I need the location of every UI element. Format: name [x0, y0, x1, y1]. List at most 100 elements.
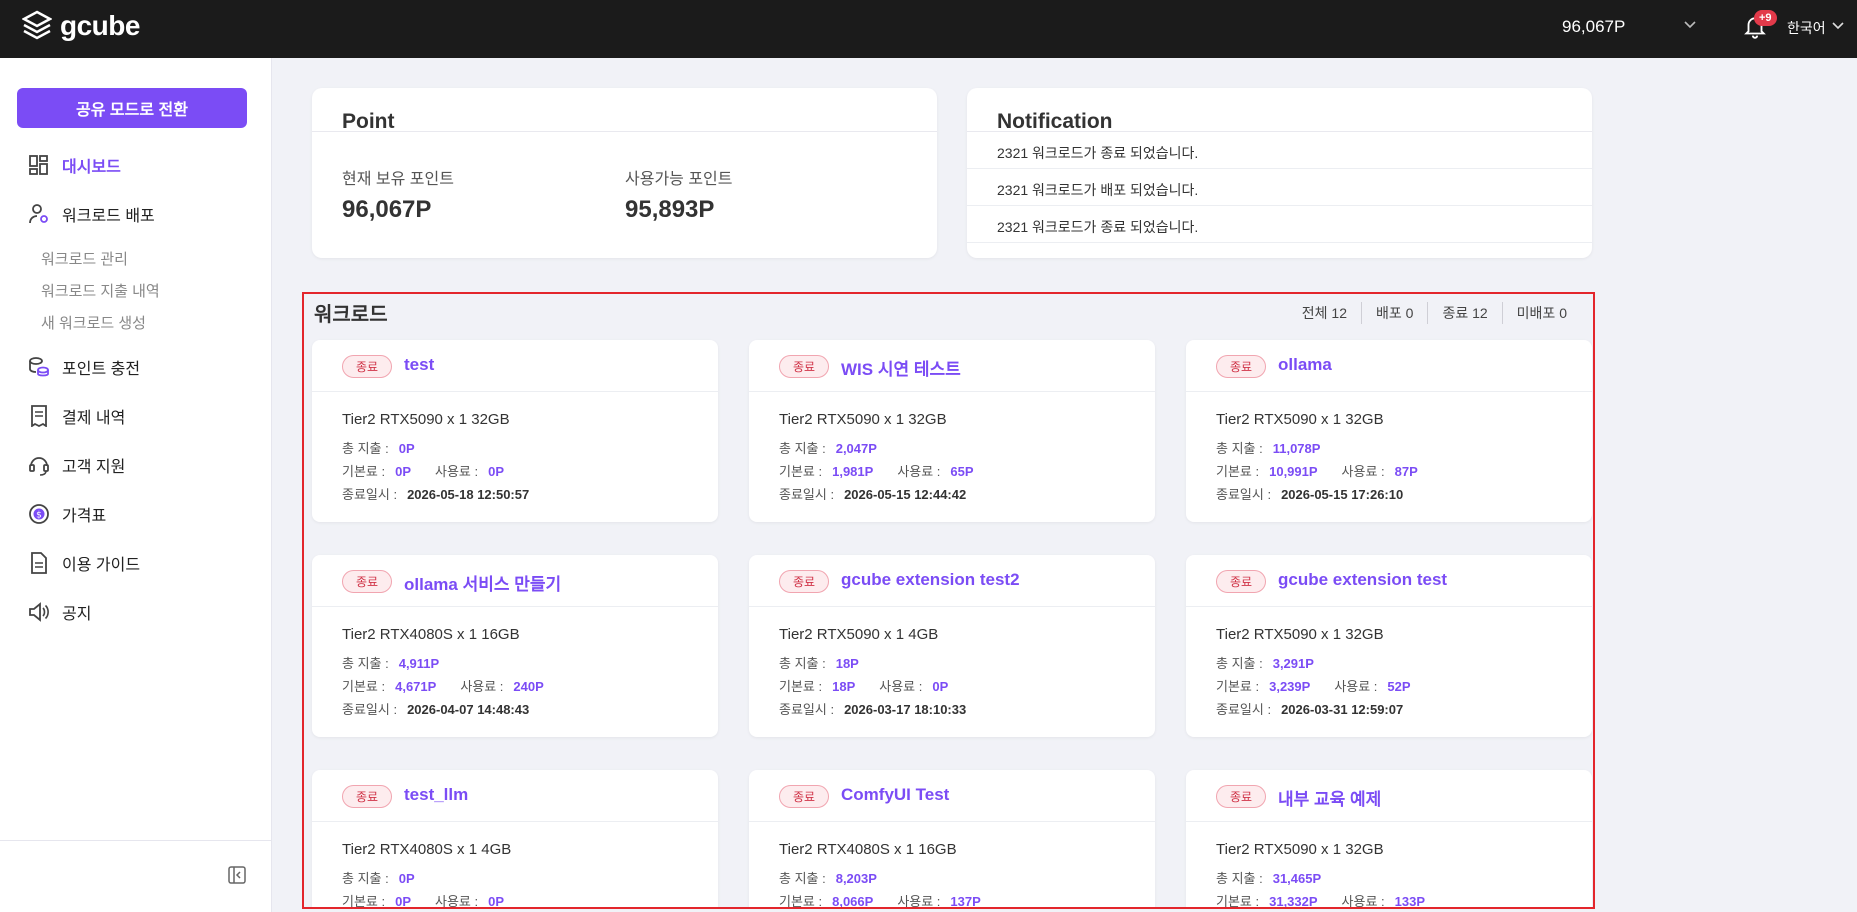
usage-fee-value: 65P	[950, 464, 974, 479]
sidebar-subitem-new-workload[interactable]: 새 워크로드 생성	[41, 312, 146, 333]
workload-name-link[interactable]: gcube extension test	[1278, 570, 1447, 590]
workload-name-link[interactable]: ollama	[1278, 355, 1332, 375]
total-spend-row: 총 지출 : 11,078P	[1216, 438, 1320, 457]
total-spend-label: 총 지출 :	[779, 871, 826, 886]
workload-name-link[interactable]: WIS 시연 테스트	[841, 355, 961, 380]
total-spend-label: 총 지출 :	[779, 656, 826, 671]
end-time-value: 2026-03-31 12:59:07	[1281, 702, 1404, 717]
total-spend-row: 총 지출 : 8,203P	[779, 868, 877, 887]
total-spend-row: 총 지출 : 0P	[342, 868, 415, 887]
total-spend-row: 총 지출 : 2,047P	[779, 438, 877, 457]
end-time-value: 2026-05-15 12:44:42	[844, 487, 967, 502]
end-time-label: 종료일시 :	[342, 487, 398, 502]
sidebar-item-support[interactable]: 고객 지원	[28, 452, 258, 478]
workload-name-link[interactable]: test	[404, 355, 434, 375]
card-divider	[312, 606, 718, 607]
workload-card[interactable]: 종료 ollama 서비스 만들기 Tier2 RTX4080S x 1 16GB 총…	[312, 555, 718, 737]
sidebar-item-guide[interactable]: 이용 가이드	[28, 550, 258, 576]
base-fee-value: 8,066P	[832, 894, 874, 909]
status-badge: 종료	[779, 355, 830, 378]
end-time-value: 2026-04-07 14:48:43	[407, 702, 530, 717]
sidebar-item-label: 결제 내역	[62, 410, 126, 427]
sidebar-collapse-icon[interactable]	[228, 866, 246, 884]
chevron-down-icon[interactable]	[1832, 21, 1844, 31]
fee-row: 기본료 : 0P 사용료 : 0P	[342, 891, 504, 907]
usage-fee-label: 사용료 :	[1341, 894, 1385, 909]
base-fee-label: 기본료 :	[1216, 894, 1260, 909]
workload-filters: 전체 12 배포 0 종료 12 미배포 0	[1288, 302, 1581, 324]
dashboard-icon	[28, 154, 50, 176]
filter-deployed[interactable]: 배포 0	[1361, 302, 1427, 324]
end-time-label: 종료일시 :	[779, 487, 835, 502]
status-badge: 종료	[342, 355, 393, 378]
workload-card[interactable]: 종료 ollama Tier2 RTX5090 x 1 32GB 총 지출 : 11,0…	[1186, 340, 1592, 522]
workload-spec: Tier2 RTX5090 x 1 32GB	[1216, 411, 1384, 428]
filter-all[interactable]: 전체 12	[1288, 302, 1361, 324]
sidebar-item-workload-deploy[interactable]: 워크로드 배포	[28, 201, 258, 227]
logo[interactable]: gcube	[22, 10, 140, 42]
base-fee-label: 기본료 :	[779, 894, 823, 909]
available-points-value: 95,893P	[625, 196, 715, 223]
sidebar-item-payments[interactable]: 결제 내역	[28, 403, 258, 429]
usage-fee-label: 사용료 :	[435, 464, 479, 479]
workload-card[interactable]: 종료 내부 교육 예제 Tier2 RTX5090 x 1 32GB 총 지출 : 31…	[1186, 770, 1592, 909]
coins-icon	[28, 356, 50, 378]
workload-spec: Tier2 RTX4080S x 1 16GB	[342, 626, 520, 643]
end-time-row: 종료일시 : 2026-05-15 17:26:10	[1216, 484, 1403, 503]
base-fee-value: 10,991P	[1269, 464, 1318, 479]
panel-divider	[967, 131, 1592, 132]
card-divider	[749, 821, 1155, 822]
chevron-down-icon[interactable]	[1684, 20, 1696, 30]
workload-section-title: 워크로드	[314, 304, 388, 326]
end-time-label: 종료일시 :	[1216, 702, 1272, 717]
workload-card[interactable]: 종료 gcube extension test2 Tier2 RTX5090 x 1…	[749, 555, 1155, 737]
header-points[interactable]: 96,067P	[1562, 17, 1625, 37]
end-time-label: 종료일시 :	[779, 702, 835, 717]
sidebar-item-notice[interactable]: 공지	[28, 599, 258, 625]
filter-ended[interactable]: 종료 12	[1427, 302, 1501, 324]
headset-icon	[28, 454, 50, 476]
workload-card[interactable]: 종료 gcube extension test Tier2 RTX5090 x 1 …	[1186, 555, 1592, 737]
sidebar-item-point-charge[interactable]: 포인트 충전	[28, 354, 258, 380]
fee-row: 기본료 : 0P 사용료 : 0P	[342, 461, 504, 480]
notification-item[interactable]: 2321 워크로드가 종료 되었습니다.	[997, 143, 1198, 163]
sidebar-subitem-workload-spending[interactable]: 워크로드 지출 내역	[41, 280, 160, 301]
usage-fee-label: 사용료 :	[897, 894, 941, 909]
status-badge: 종료	[342, 570, 393, 593]
base-fee-label: 기본료 :	[342, 464, 386, 479]
total-spend-value: 4,911P	[398, 656, 440, 671]
workload-name-link[interactable]: ComfyUI Test	[841, 785, 949, 805]
total-spend-value: 0P	[398, 871, 415, 886]
card-divider	[749, 391, 1155, 392]
status-badge: 종료	[1216, 570, 1267, 593]
workload-card[interactable]: 종료 ComfyUI Test Tier2 RTX4080S x 1 16GB 총 지…	[749, 770, 1155, 909]
sidebar-item-label: 이용 가이드	[62, 557, 141, 574]
filter-undeployed[interactable]: 미배포 0	[1501, 302, 1581, 324]
status-badge: 종료	[1216, 355, 1267, 378]
usage-fee-label: 사용료 :	[460, 679, 504, 694]
language-selector[interactable]: 한국어	[1787, 18, 1826, 38]
usage-fee-label: 사용료 :	[879, 679, 923, 694]
workload-card[interactable]: 종료 WIS 시연 테스트 Tier2 RTX5090 x 1 32GB 총 지출 :…	[749, 340, 1155, 522]
notification-item[interactable]: 2321 워크로드가 종료 되었습니다.	[997, 217, 1198, 237]
notification-item[interactable]: 2321 워크로드가 배포 되었습니다.	[997, 180, 1198, 200]
sidebar-item-price-list[interactable]: $ 가격표	[28, 501, 258, 527]
sidebar-item-dashboard[interactable]: 대시보드	[28, 152, 258, 178]
workload-name-link[interactable]: gcube extension test2	[841, 570, 1020, 590]
workload-name-link[interactable]: ollama 서비스 만들기	[404, 570, 561, 595]
document-icon	[28, 552, 50, 574]
base-fee-label: 기본료 :	[1216, 464, 1260, 479]
share-mode-button[interactable]: 공유 모드로 전환	[17, 88, 247, 128]
workload-spec: Tier2 RTX5090 x 1 4GB	[779, 626, 939, 643]
panel-divider	[312, 131, 937, 132]
workload-card[interactable]: 종료 test Tier2 RTX5090 x 1 32GB 총 지출 :0P 기본료 …	[312, 340, 718, 522]
fee-row: 기본료 : 31,332P 사용료 : 133P	[1216, 891, 1425, 909]
workload-card[interactable]: 종료 test_llm Tier2 RTX4080S x 1 4GB 총 지출 : 0P…	[312, 770, 718, 907]
end-time-value: 2026-05-18 12:50:57	[407, 487, 530, 502]
megaphone-icon	[28, 601, 50, 623]
receipt-icon	[28, 405, 50, 427]
usage-fee-value: 52P	[1387, 679, 1411, 694]
workload-name-link[interactable]: 내부 교육 예제	[1278, 785, 1381, 810]
sidebar-subitem-workload-manage[interactable]: 워크로드 관리	[41, 248, 128, 269]
workload-name-link[interactable]: test_llm	[404, 785, 468, 805]
